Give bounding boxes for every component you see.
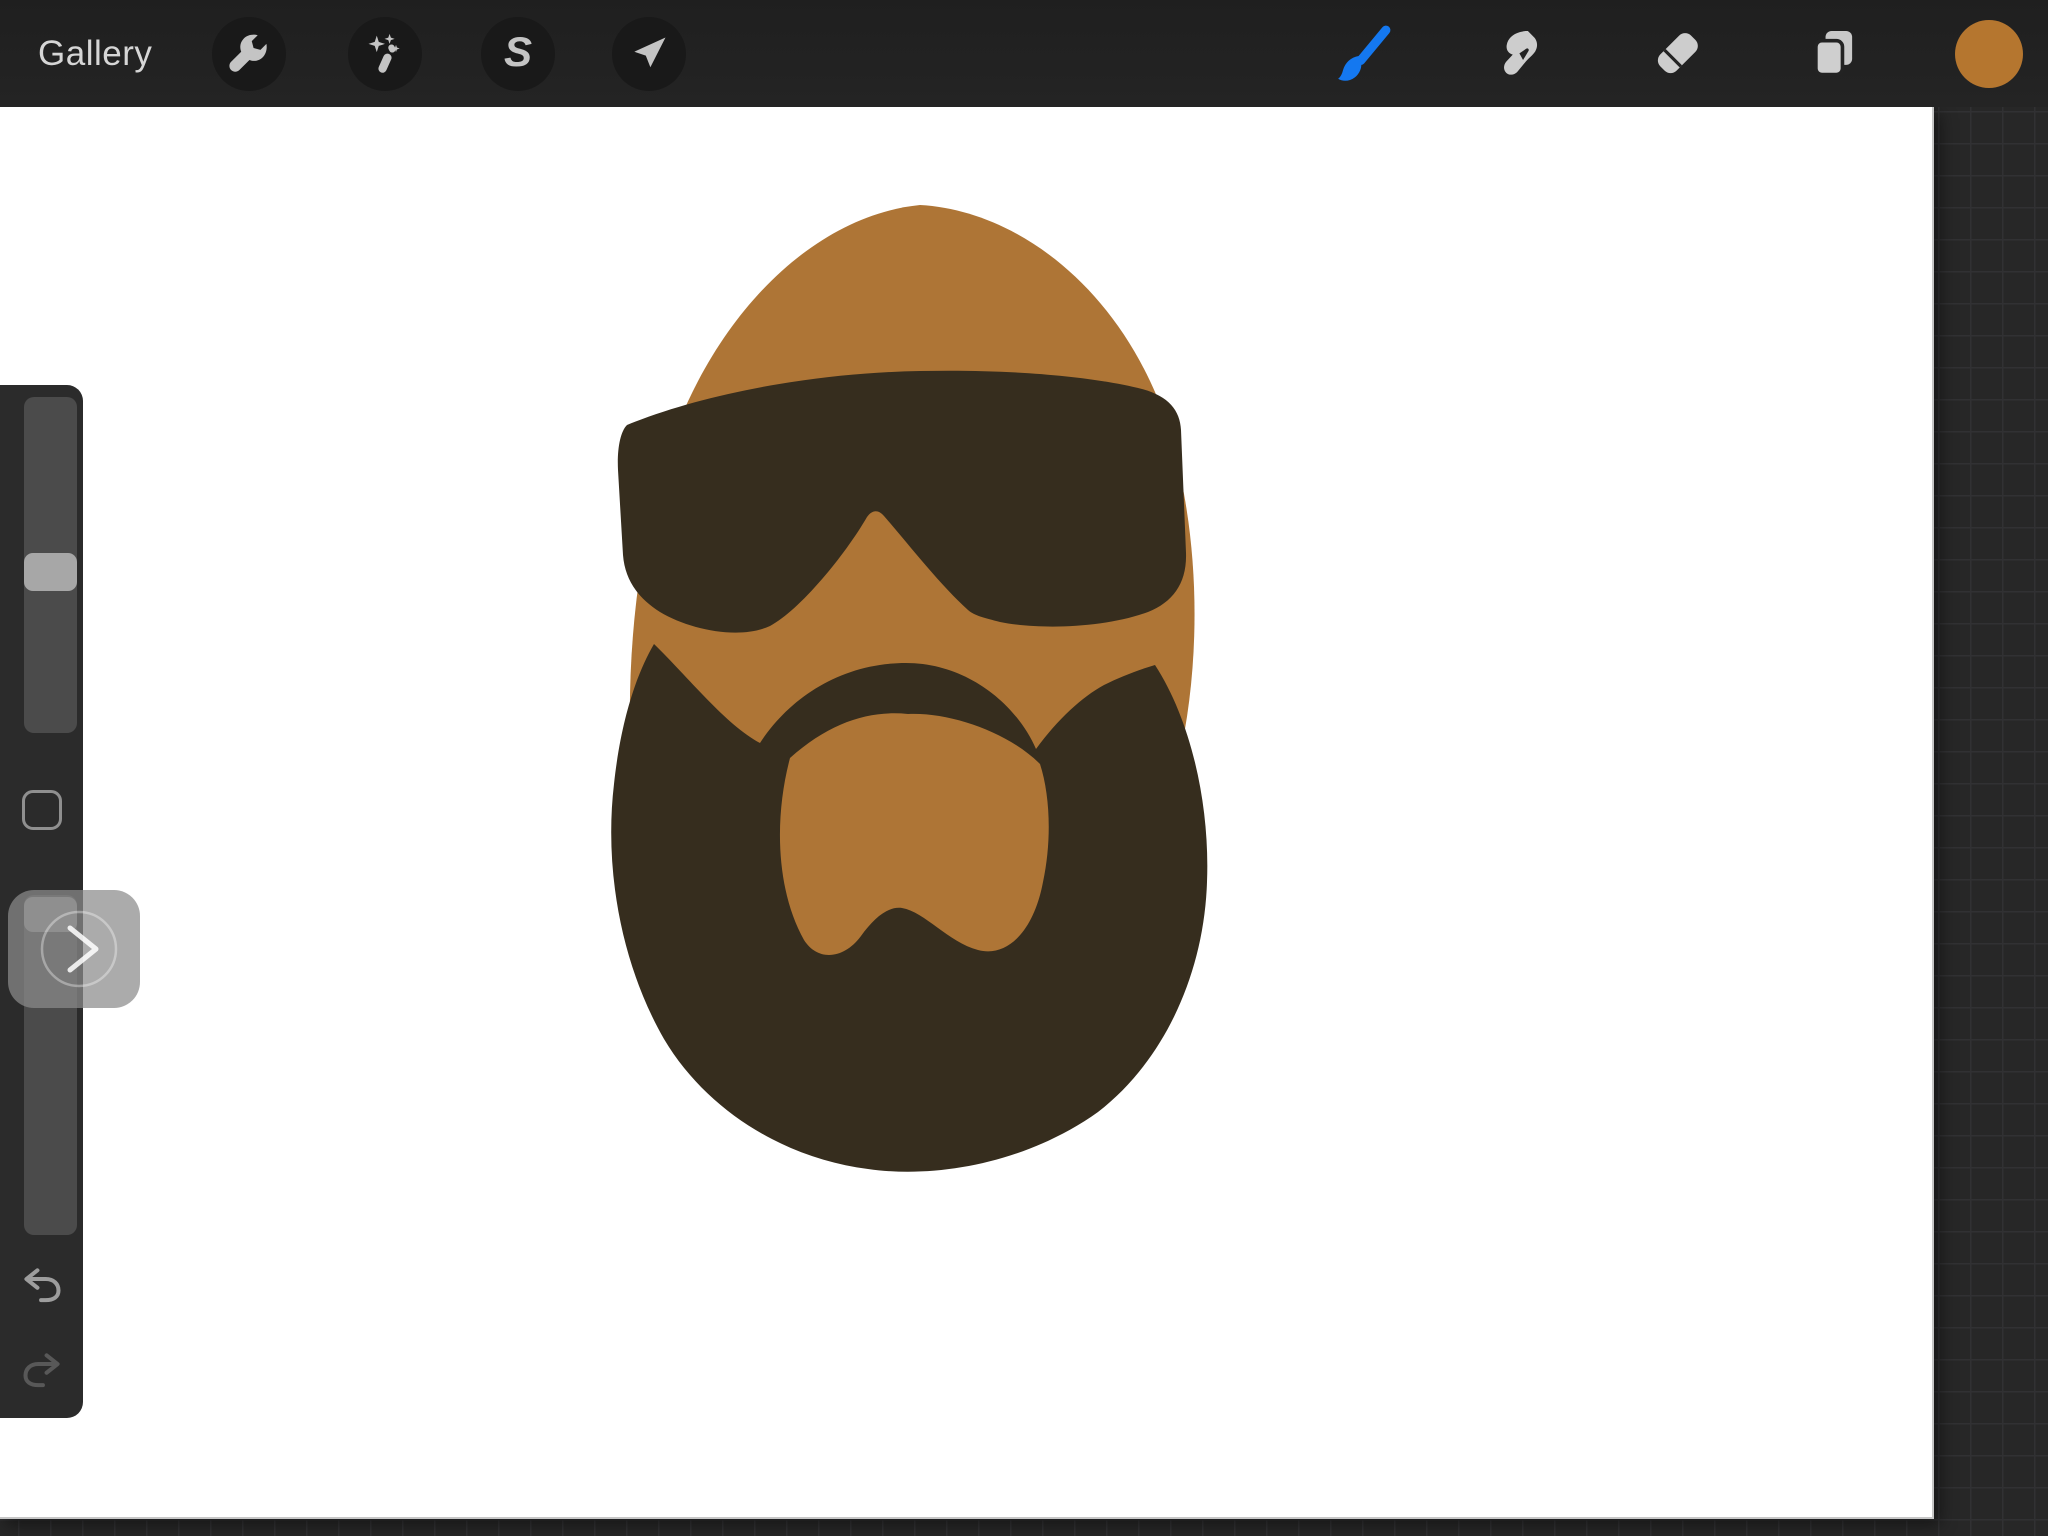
artwork-face bbox=[0, 107, 1934, 1519]
magic-wand-icon bbox=[363, 32, 407, 76]
layers-button[interactable] bbox=[1796, 16, 1872, 92]
brush-size-handle[interactable] bbox=[24, 553, 77, 591]
drawing-canvas[interactable] bbox=[0, 107, 1934, 1519]
redo-icon bbox=[20, 1348, 64, 1392]
paint-button[interactable] bbox=[1324, 16, 1400, 92]
eraser-icon bbox=[1648, 25, 1706, 83]
modify-button[interactable] bbox=[22, 790, 62, 830]
color-button[interactable] bbox=[1951, 16, 2027, 92]
erase-button[interactable] bbox=[1639, 16, 1715, 92]
layers-icon bbox=[1805, 25, 1863, 83]
smudge-hand-icon bbox=[1488, 25, 1546, 83]
chevron-right-icon bbox=[8, 890, 140, 1008]
sidebar-expand-handle[interactable] bbox=[8, 890, 140, 1008]
transform-arrow-icon bbox=[627, 32, 671, 76]
color-swatch bbox=[1954, 19, 2024, 89]
adjustments-button[interactable] bbox=[348, 17, 422, 91]
smudge-button[interactable] bbox=[1479, 16, 1555, 92]
procreate-app: Gallery S bbox=[0, 0, 2048, 1536]
gallery-button[interactable]: Gallery bbox=[38, 0, 152, 107]
wrench-icon bbox=[227, 32, 271, 76]
actions-button[interactable] bbox=[212, 17, 286, 91]
transform-button[interactable] bbox=[612, 17, 686, 91]
paintbrush-icon bbox=[1331, 23, 1393, 85]
top-toolbar: Gallery S bbox=[0, 0, 2048, 107]
selection-s-icon: S bbox=[504, 28, 532, 76]
redo-button[interactable] bbox=[20, 1348, 64, 1392]
undo-icon bbox=[20, 1263, 64, 1307]
undo-button[interactable] bbox=[20, 1263, 64, 1307]
selection-button[interactable]: S bbox=[481, 17, 555, 91]
